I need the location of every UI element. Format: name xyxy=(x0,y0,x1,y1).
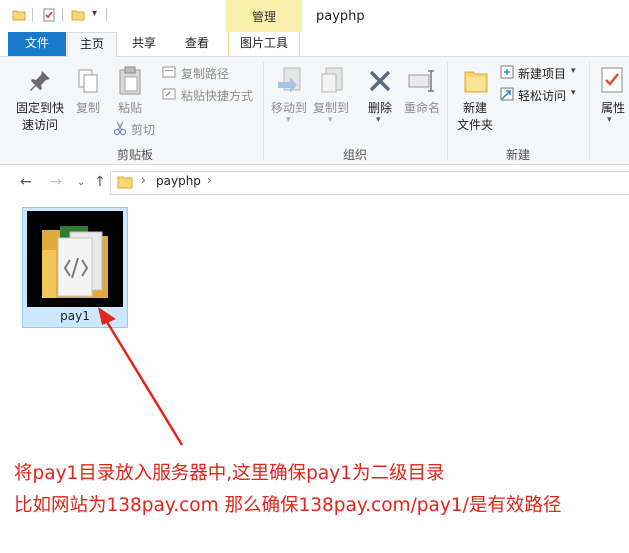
annotation-line-2: 比如网站为138pay.com 那么确保138pay.com/pay1/是有效路… xyxy=(14,495,562,516)
breadcrumb-separator[interactable]: › xyxy=(207,173,212,187)
clipboard-group-label: 剪贴板 xyxy=(116,148,153,162)
new-group-label: 新建 xyxy=(505,148,530,162)
paste-button[interactable]: 粘贴 xyxy=(112,100,148,117)
paste-shortcut-icon xyxy=(162,88,176,100)
properties-check-icon[interactable] xyxy=(42,8,56,22)
up-arrow-icon[interactable]: ↑ xyxy=(94,174,106,190)
manage-label: 管理 xyxy=(251,10,276,24)
group-separator xyxy=(447,62,448,160)
pin-quick-access-button[interactable]: 固定到快 速访问 xyxy=(12,100,68,134)
new-item-icon xyxy=(500,65,514,79)
move-to-dropdown-icon[interactable]: ▾ xyxy=(286,115,291,125)
copy-to-dropdown-icon[interactable]: ▾ xyxy=(328,115,333,125)
new-folder-large-icon xyxy=(464,71,488,93)
annotation-line-1: 将pay1目录放入服务器中,这里确保pay1为二级目录 xyxy=(14,463,445,484)
back-arrow-icon[interactable]: ← xyxy=(20,174,32,190)
quick-access-separator xyxy=(106,8,107,22)
breadcrumb-separator[interactable]: › xyxy=(141,173,146,187)
red-arrow-annotation xyxy=(98,307,184,446)
forward-arrow-icon[interactable]: → xyxy=(50,174,62,190)
customize-toolbar-dropdown-icon[interactable]: ▾ xyxy=(92,8,97,19)
group-separator xyxy=(263,62,264,160)
breadcrumb-payphp[interactable]: payphp xyxy=(156,174,201,188)
pin-icon xyxy=(30,71,50,91)
organize-group-label: 组织 xyxy=(342,148,367,162)
move-to-icon xyxy=(278,67,301,93)
new-folder-icon[interactable] xyxy=(71,8,85,22)
copy-button[interactable]: 复制 xyxy=(70,100,106,117)
delete-dropdown-icon[interactable]: ▾ xyxy=(376,115,381,125)
tab-picture-tools[interactable]: 图片工具 xyxy=(228,32,300,56)
tab-view[interactable]: 查看 xyxy=(173,32,221,56)
manage-context-tab: 管理 xyxy=(226,0,302,32)
copy-path-button[interactable]: 复制路径 xyxy=(181,65,229,82)
quick-access-separator xyxy=(32,8,33,22)
easy-access-button[interactable]: 轻松访问 xyxy=(518,87,566,104)
cut-button[interactable]: 剪切 xyxy=(131,121,155,138)
php-folder-icon xyxy=(42,226,108,298)
rename-icon xyxy=(408,70,434,92)
copy-to-icon xyxy=(321,67,343,93)
paste-icon xyxy=(119,66,141,95)
copy-icon xyxy=(78,69,98,93)
tab-file[interactable]: 文件 xyxy=(8,32,66,56)
properties-icon xyxy=(601,67,623,93)
delete-icon xyxy=(369,70,391,92)
new-item-button[interactable]: 新建项目 xyxy=(518,65,566,82)
new-item-dropdown-icon[interactable]: ▾ xyxy=(571,66,576,76)
group-separator xyxy=(589,62,590,160)
tab-share[interactable]: 共享 xyxy=(119,32,169,56)
cut-icon xyxy=(114,121,126,135)
properties-button[interactable]: 属性 xyxy=(597,100,629,117)
new-folder-button[interactable]: 新建 文件夹 xyxy=(452,100,498,134)
copy-path-icon xyxy=(162,66,176,78)
folder-icon[interactable] xyxy=(12,8,26,22)
tab-home[interactable]: 主页 xyxy=(67,32,117,58)
quick-access-separator xyxy=(62,8,63,22)
folder-breadcrumb-icon xyxy=(117,176,133,189)
recent-locations-chevron-icon[interactable]: ⌄ xyxy=(77,177,85,188)
paste-shortcut-button[interactable]: 粘贴快捷方式 xyxy=(181,87,253,104)
window-title: payphp xyxy=(316,9,365,24)
properties-dropdown-icon[interactable]: ▾ xyxy=(607,115,612,125)
easy-access-icon xyxy=(500,87,514,101)
rename-button[interactable]: 重命名 xyxy=(402,100,442,117)
easy-access-dropdown-icon[interactable]: ▾ xyxy=(571,88,576,98)
